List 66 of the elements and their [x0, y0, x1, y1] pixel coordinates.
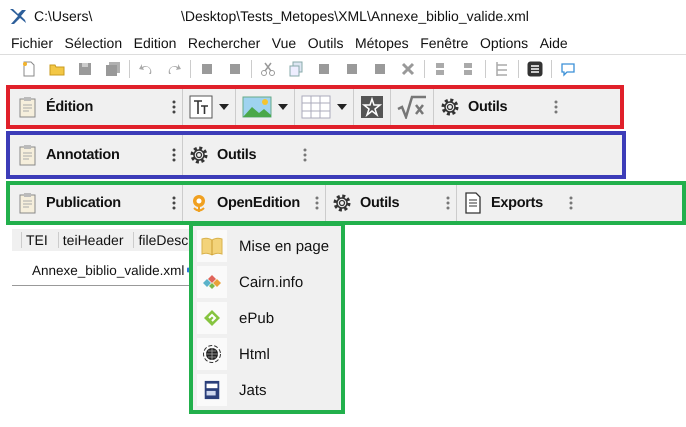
list-icon[interactable] — [527, 61, 543, 77]
menu-item[interactable]: Vue — [272, 35, 296, 51]
breadcrumb-item[interactable]: teiHeader — [58, 232, 124, 248]
toolbar-title: Annotation — [46, 147, 120, 163]
gear-icon — [440, 96, 460, 118]
toolbar-button-label[interactable]: Exports — [491, 195, 543, 211]
caret-icon[interactable] — [219, 104, 229, 110]
square-root-icon[interactable] — [397, 95, 427, 119]
disks-icon[interactable] — [105, 61, 121, 77]
copy-icon[interactable] — [288, 61, 304, 77]
book-icon — [201, 236, 223, 256]
breadcrumb-item[interactable]: TEI — [21, 232, 48, 248]
more-icon[interactable] — [172, 196, 176, 210]
window-title: \Desktop\Tests_Metopes\XML\Annexe_biblio_valide.xml — [181, 8, 529, 24]
toolbar-button-label[interactable]: Outils — [217, 147, 256, 163]
menu-item[interactable]: Options — [480, 35, 528, 51]
editor-tab[interactable]: Annexe_biblio_valide.xml — [12, 262, 184, 278]
more-icon[interactable] — [303, 148, 307, 162]
scissors-icon[interactable] — [260, 61, 276, 77]
menu-item[interactable]: Aide — [540, 35, 568, 51]
more-icon[interactable] — [315, 196, 319, 210]
more-icon[interactable] — [172, 100, 176, 114]
landscape-image-icon[interactable] — [242, 95, 272, 119]
caret-icon[interactable] — [278, 104, 288, 110]
globe-icon — [201, 344, 223, 364]
star-box-icon[interactable] — [360, 95, 384, 119]
menu-item[interactable]: Fenêtre — [420, 35, 468, 51]
menu-item[interactable]: ePub — [193, 300, 341, 336]
menu-item[interactable]: Jats — [193, 372, 341, 408]
menu-item[interactable]: Html — [193, 336, 341, 372]
gear-icon — [189, 144, 209, 166]
menu-item[interactable]: Edition — [134, 35, 176, 51]
tree-icon[interactable] — [494, 61, 510, 77]
text-style-icon[interactable] — [189, 95, 213, 119]
menu-item[interactable]: Métopes — [354, 35, 409, 51]
toolbar-icon[interactable] — [227, 61, 243, 77]
menu-item[interactable]: Rechercher — [188, 35, 260, 51]
caret-icon[interactable] — [337, 104, 347, 110]
menu-item[interactable]: Mise en page — [193, 228, 341, 264]
cross-icon[interactable] — [400, 61, 416, 77]
toolbar-button-label[interactable]: OpenEdition — [217, 195, 300, 211]
clipboard-icon — [18, 192, 38, 214]
menu-item[interactable]: Outils — [308, 35, 344, 51]
toolbar-button-label[interactable]: Outils — [468, 99, 508, 115]
more-icon[interactable] — [172, 148, 176, 162]
more-icon[interactable] — [569, 196, 573, 210]
speech-bubble-icon[interactable] — [560, 61, 576, 77]
more-icon[interactable] — [446, 196, 450, 210]
menu-item[interactable]: Sélection — [64, 35, 122, 51]
diamonds-icon — [201, 272, 223, 292]
toolbar-button-label[interactable]: Outils — [360, 195, 400, 211]
window-title: C:\Users\ — [34, 8, 94, 24]
menu-item[interactable]: Cairn.info — [193, 264, 341, 300]
clipboard-icon — [18, 144, 38, 166]
gear-icon — [332, 192, 352, 214]
toolbar-title: Édition — [46, 99, 94, 115]
clipboard-icon — [18, 96, 38, 118]
app-logo-icon — [8, 6, 28, 26]
document-icon[interactable] — [21, 61, 37, 77]
table-grid-icon[interactable] — [301, 95, 331, 119]
more-icon[interactable] — [554, 100, 558, 114]
document-icon — [463, 192, 483, 214]
toolbar-icon[interactable] — [199, 61, 215, 77]
toolbar-title: Publication — [46, 195, 121, 211]
menu-item[interactable]: Fichier — [11, 35, 54, 51]
breadcrumb-item[interactable]: fileDesc — [133, 232, 188, 248]
